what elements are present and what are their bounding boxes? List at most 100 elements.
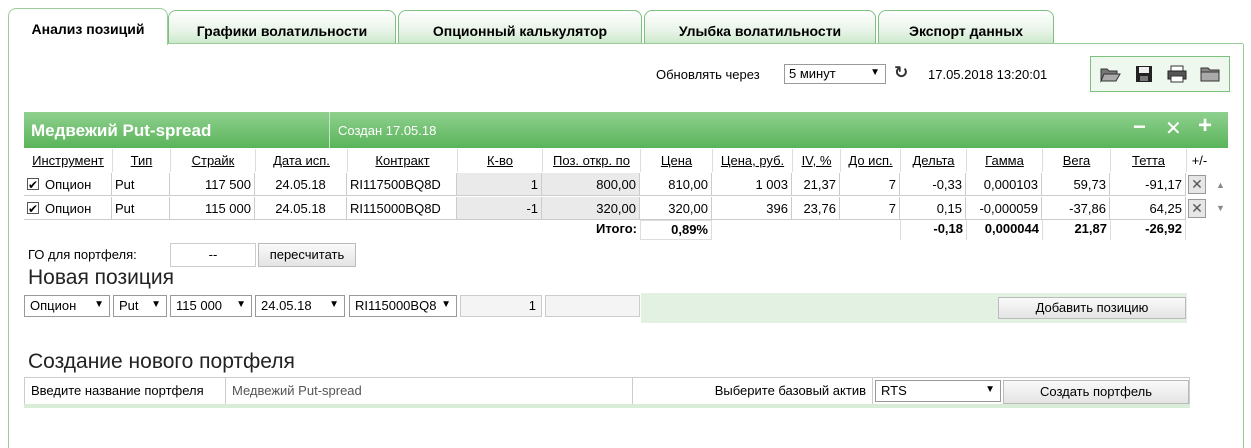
quantity-cell[interactable]: -1	[457, 197, 542, 220]
add-position-button[interactable]: Добавить позицию	[998, 297, 1186, 319]
days-cell: 7	[840, 173, 900, 196]
expiry-select-value: 24.05.18	[261, 298, 312, 313]
refresh-label: Обновлять через	[656, 67, 760, 82]
open-price-cell[interactable]: 800,00	[542, 173, 640, 196]
print-icon[interactable]	[1166, 65, 1188, 83]
gamma-cell: -0,000059	[966, 197, 1042, 220]
refresh-interval-value: 5 минут	[789, 66, 836, 81]
col-open-price[interactable]: Поз. откр. по	[542, 149, 640, 172]
portfolio-name-input[interactable]: Медвежий Put-spread	[226, 378, 633, 406]
col-gamma[interactable]: Гамма	[966, 149, 1042, 172]
refresh-interval-select[interactable]: 5 минут ▼	[784, 64, 886, 84]
contract-select[interactable]: RI115000BQ8 ▼	[349, 295, 457, 317]
chevron-down-icon: ▼	[441, 299, 451, 310]
delta-cell: -0,33	[900, 173, 966, 196]
chevron-down-icon: ▼	[94, 299, 104, 310]
portfolio-title: Медвежий Put-spread	[31, 121, 212, 140]
margin-value: --	[170, 243, 256, 267]
portfolio-name-label: Введите название портфеля	[25, 378, 226, 406]
instrument-cell[interactable]: Опцион	[24, 197, 112, 220]
tab-volatility-charts[interactable]: Графики волатильности	[168, 10, 396, 44]
chevron-down-icon: ▼	[329, 299, 339, 310]
tab-positions-analysis[interactable]: Анализ позиций	[8, 8, 168, 46]
open-price-cell[interactable]: 320,00	[542, 197, 640, 220]
reload-icon[interactable]: ↻	[894, 63, 908, 83]
new-position-title: Новая позиция	[28, 266, 174, 289]
col-days-to-expiry[interactable]: До исп.	[840, 149, 900, 172]
table-row: Опцион Put 115 000 24.05.18 RI115000BQ8D…	[24, 197, 1230, 220]
type-select-value: Put	[119, 298, 139, 313]
file-toolbar	[1090, 56, 1230, 92]
last-update-datetime: 17.05.2018 13:20:01	[928, 67, 1048, 82]
totals-row: Итого: 0,89% -0,18 0,000044 21,87 -26,92	[24, 220, 1230, 240]
table-row: Опцион Put 117 500 24.05.18 RI117500BQ8D…	[24, 173, 1230, 196]
portfolio-header: Медвежий Put-spread Создан 17.05.18 − ✕ …	[24, 112, 1228, 148]
minimize-icon[interactable]: −	[1133, 114, 1146, 140]
price-cell: 810,00	[640, 173, 712, 196]
save-icon[interactable]	[1133, 65, 1155, 83]
create-portfolio-button[interactable]: Создать портфель	[1003, 380, 1189, 404]
tab-data-export[interactable]: Экспорт данных	[878, 10, 1054, 44]
remove-row-icon[interactable]: ✕	[1188, 199, 1206, 218]
theta-cell: -91,17	[1110, 173, 1186, 196]
contract-cell: RI117500BQ8D	[347, 173, 457, 196]
totals-delta: -0,18	[900, 220, 966, 240]
totals-gamma: 0,000044	[966, 220, 1042, 240]
delta-cell: 0,15	[900, 197, 966, 220]
instrument-cell[interactable]: Опцион	[24, 173, 112, 196]
contract-cell: RI115000BQ8D	[347, 197, 457, 220]
recalculate-button[interactable]: пересчитать	[258, 243, 356, 267]
chevron-down-icon: ▼	[151, 299, 161, 310]
open-price-input[interactable]	[545, 295, 640, 317]
quantity-input[interactable]: 1	[460, 295, 542, 317]
col-delta[interactable]: Дельта	[900, 149, 966, 172]
col-contract[interactable]: Контракт	[347, 149, 457, 172]
col-iv[interactable]: IV, %	[792, 149, 840, 172]
close-icon[interactable]: ✕	[1165, 116, 1182, 141]
folder-icon[interactable]	[1199, 65, 1221, 83]
open-folder-icon[interactable]	[1099, 65, 1121, 83]
gamma-cell: 0,000103	[966, 173, 1042, 196]
col-price[interactable]: Цена	[640, 149, 712, 172]
iv-cell: 23,76	[792, 197, 840, 220]
col-strike[interactable]: Страйк	[170, 149, 255, 172]
col-type[interactable]: Тип	[112, 149, 170, 172]
strike-cell: 117 500	[170, 173, 255, 196]
col-expiry-date[interactable]: Дата исп.	[255, 149, 347, 172]
row-checkbox[interactable]	[27, 174, 39, 195]
portfolio-footer-bar	[24, 404, 1190, 408]
expiry-cell: 24.05.18	[255, 173, 347, 196]
col-price-rub[interactable]: Цена, руб.	[712, 149, 792, 172]
scroll-up-icon[interactable]: ▲	[1216, 180, 1225, 190]
col-vega[interactable]: Вега	[1042, 149, 1110, 172]
totals-percent: 0,89%	[640, 220, 712, 240]
tab-option-calculator[interactable]: Опционный калькулятор	[398, 10, 642, 44]
type-cell: Put	[112, 173, 170, 196]
days-cell: 7	[840, 197, 900, 220]
instrument-select[interactable]: Опцион ▼	[24, 295, 110, 317]
instrument-value: Опцион	[45, 177, 92, 192]
tab-volatility-smile[interactable]: Улыбка волатильности	[644, 10, 876, 44]
remove-row-icon[interactable]: ✕	[1188, 175, 1206, 194]
price-cell: 320,00	[640, 197, 712, 220]
expiry-select[interactable]: 24.05.18 ▼	[255, 295, 345, 317]
strike-select[interactable]: 115 000 ▼	[170, 295, 252, 317]
tab-bar: Анализ позиций Графики волатильности Опц…	[8, 8, 1243, 46]
chevron-down-icon: ▼	[870, 67, 880, 78]
col-instrument[interactable]: Инструмент	[24, 149, 112, 172]
base-asset-select[interactable]: RTS ▼	[875, 380, 1001, 402]
type-select[interactable]: Put ▼	[113, 295, 167, 317]
chevron-down-icon: ▼	[985, 384, 995, 395]
scroll-down-icon[interactable]: ▼	[1216, 203, 1225, 213]
col-add-remove: +/-	[1186, 149, 1212, 172]
contract-select-value: RI115000BQ8	[355, 298, 437, 313]
vega-cell: -37,86	[1042, 197, 1110, 220]
row-checkbox[interactable]	[27, 198, 39, 219]
base-asset-value: RTS	[881, 383, 907, 398]
quantity-cell[interactable]: 1	[457, 173, 542, 196]
col-theta[interactable]: Тетта	[1110, 149, 1186, 172]
new-portfolio-form: Введите название портфеля Медвежий Put-s…	[24, 377, 1190, 407]
add-icon[interactable]: +	[1198, 112, 1212, 140]
base-asset-label: Выберите базовый актив	[633, 378, 873, 406]
col-quantity[interactable]: К-во	[457, 149, 542, 172]
